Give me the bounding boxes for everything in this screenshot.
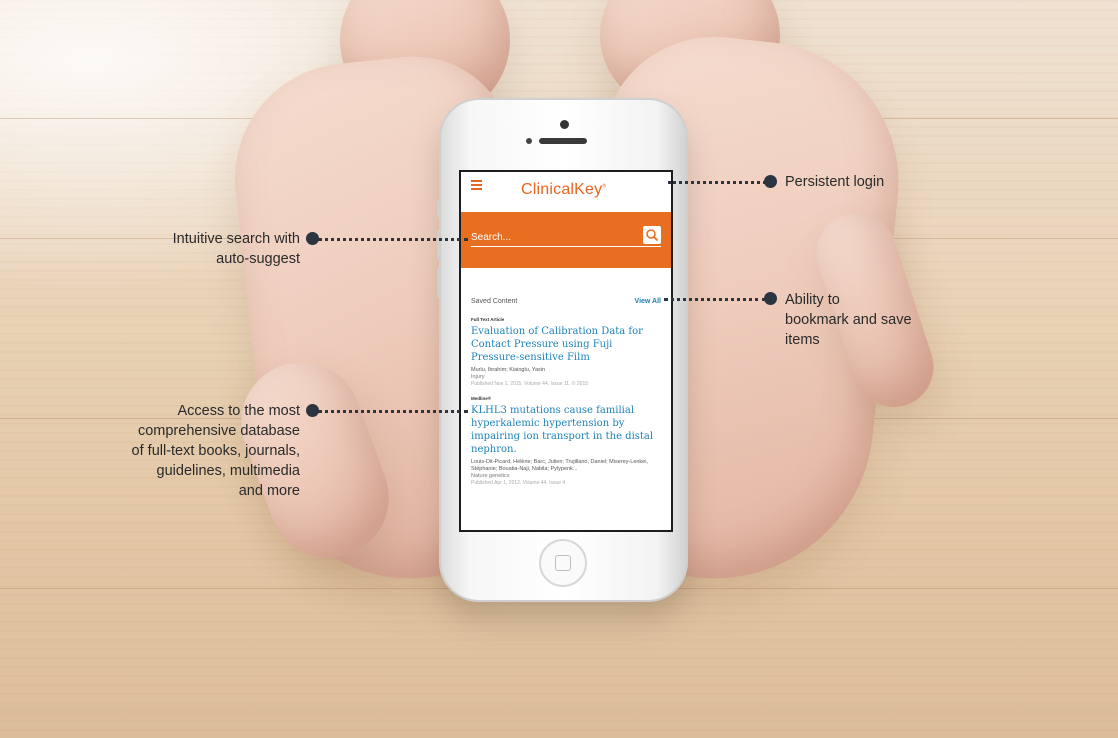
earpiece-speaker [539,138,587,144]
article-authors: Louis-Dit-Picard, Hélène; Barc, Julien; … [471,459,648,472]
saved-content-section: Saved Content View All Full Text Article… [461,298,671,487]
article-title-link[interactable]: KLHL3 mutations cause familial hyperkale… [471,404,661,456]
phone-side-button [437,200,441,218]
callout-line-access [318,410,468,413]
app-logo: ClinicalKey® [521,181,607,198]
saved-content-heading: Saved Content [471,298,518,305]
callout-line-search [318,238,468,241]
search-button[interactable] [643,226,661,244]
callout-dot-persistent-login [764,175,777,188]
home-button-icon [555,555,571,571]
callout-bookmark: Ability to bookmark and save items [785,292,912,348]
article-journal: Injury [471,374,485,380]
article-type: Medline® [471,396,492,401]
callout-persistent-login: Persistent login [785,174,885,190]
saved-article[interactable]: Full Text Article Evaluation of Calibrat… [471,317,661,388]
callout-line-bookmark [664,298,766,301]
proximity-sensor [526,138,532,144]
callout-dot-bookmark [764,292,777,305]
app-header: ClinicalKey® [461,172,671,212]
view-all-link[interactable]: View All [635,298,661,305]
callout-search: Intuitive search with auto-suggest [172,231,300,267]
smartphone: ClinicalKey® Search... Saved Content Vie… [437,100,686,600]
phone-side-button [437,268,441,298]
article-type: Full Text Article [471,317,505,322]
saved-article[interactable]: Medline® KLHL3 mutations cause familial … [471,396,661,487]
callout-line-persistent-login [668,181,766,184]
article-authors: Murlu, Ibrahim; Kiaioglu, Yasin [471,367,546,373]
search-bar: Search... [461,212,671,268]
search-input[interactable]: Search... [471,232,511,243]
hamburger-icon[interactable] [471,180,482,190]
phone-screen: ClinicalKey® Search... Saved Content Vie… [459,170,673,532]
article-published: Published Apr 1, 2012. Volume 44. Issue … [471,480,566,486]
article-published: Published Nov 1, 2015. Volume 44, Issue … [471,381,589,387]
front-camera [560,120,569,129]
article-title-link[interactable]: Evaluation of Calibration Data for Conta… [471,325,661,364]
article-journal: Nature genetics [471,473,510,479]
search-icon [646,229,659,242]
search-underline [471,246,661,247]
home-button[interactable] [539,539,587,587]
phone-side-button [437,230,441,260]
callout-access: Access to the most comprehensive databas… [131,403,300,499]
